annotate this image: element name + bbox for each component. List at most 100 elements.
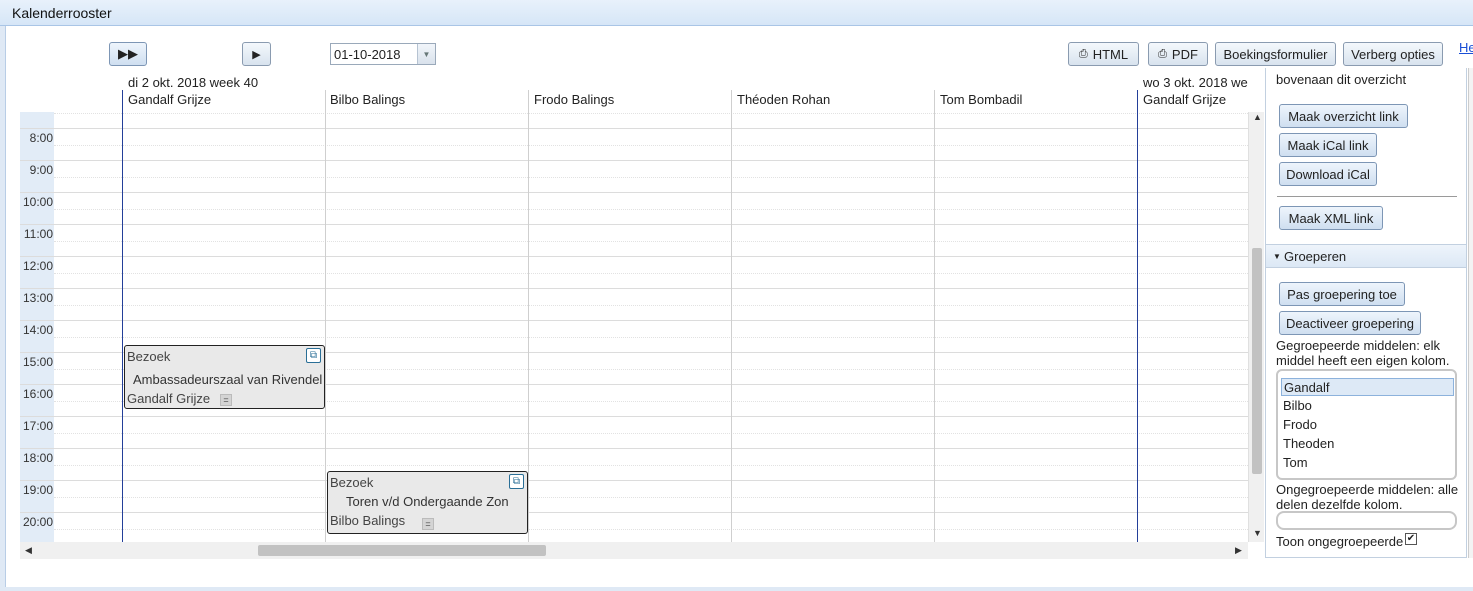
- hour-row: 17:00: [20, 416, 1248, 448]
- calendar-grid[interactable]: 8:00 9:00 10:00 11:00 12:00 13:00 14:00 …: [20, 112, 1248, 542]
- show-ungrouped-label: Toon ongegroepeerde: [1276, 534, 1404, 549]
- column-separator: [325, 90, 326, 542]
- column-header: Gandalf Grijze: [1143, 92, 1227, 107]
- pdf-label: PDF: [1171, 46, 1198, 62]
- scroll-down-icon[interactable]: ▼: [1253, 528, 1262, 538]
- column-header: Théoden Rohan: [737, 92, 831, 107]
- event-title: Bezoek: [330, 475, 374, 490]
- vertical-scrollbar[interactable]: ▲ ▼: [1248, 112, 1264, 542]
- chevron-down-icon[interactable]: ▼: [417, 44, 435, 64]
- hour-row: 19:00: [20, 480, 1248, 512]
- date-input[interactable]: 01-10-2018 ▼: [330, 43, 436, 65]
- day-separator: [1137, 90, 1138, 542]
- horizontal-scrollbar[interactable]: ◀ ▶: [20, 542, 1248, 559]
- column-separator: [934, 90, 935, 542]
- hour-row: 10:00: [20, 192, 1248, 224]
- list-item[interactable]: Tom: [1281, 454, 1454, 472]
- pdf-export-button[interactable]: ⎙ PDF: [1148, 42, 1208, 66]
- list-item[interactable]: Frodo: [1281, 416, 1454, 434]
- event-resource: Bilbo Balings: [330, 513, 406, 528]
- html-label: HTML: [1092, 46, 1129, 62]
- grouping-header-label: Groeperen: [1284, 249, 1347, 264]
- time-label: 14:00: [22, 323, 53, 337]
- window-title: Kalenderrooster: [12, 5, 112, 21]
- hour-row: 11:00: [20, 224, 1248, 256]
- hour-row: 18:00: [20, 448, 1248, 480]
- caret-down-icon: ▼: [1273, 252, 1281, 261]
- ungrouped-resources-list[interactable]: [1276, 511, 1457, 530]
- apply-grouping-button[interactable]: Pas groepering toe: [1279, 282, 1405, 306]
- scroll-up-icon[interactable]: ▲: [1253, 112, 1262, 122]
- next-button[interactable]: ▶: [242, 42, 271, 66]
- event-title: Bezoek: [127, 349, 171, 364]
- title-bar: Kalenderrooster: [0, 0, 1473, 26]
- left-border: [0, 26, 6, 591]
- open-external-icon[interactable]: ⧉: [509, 474, 524, 489]
- time-label: 16:00: [22, 387, 53, 401]
- time-label: 10:00: [22, 195, 53, 209]
- list-item[interactable]: Gandalf: [1281, 378, 1454, 396]
- deactivate-grouping-button[interactable]: Deactiveer groepering: [1279, 311, 1421, 335]
- time-label: 9:00: [29, 163, 53, 177]
- day-header: di 2 okt. 2018 week 40: [128, 75, 259, 90]
- column-separator: [528, 90, 529, 542]
- date-value: 01-10-2018: [334, 47, 401, 62]
- scroll-left-icon[interactable]: ◀: [25, 545, 32, 556]
- html-export-button[interactable]: ⎙ HTML: [1068, 42, 1139, 66]
- time-label: 17:00: [22, 419, 53, 433]
- divider: [1277, 196, 1457, 197]
- list-item[interactable]: Bilbo: [1281, 397, 1454, 415]
- show-ungrouped-checkbox[interactable]: ✔: [1405, 533, 1417, 545]
- time-label: 15:00: [22, 355, 53, 369]
- hour-row: [20, 112, 1248, 128]
- hour-row: 9:00: [20, 160, 1248, 192]
- panel-scrollbar[interactable]: [1468, 68, 1473, 558]
- download-ical-button[interactable]: Download iCal: [1279, 162, 1377, 186]
- column-header: Bilbo Balings: [330, 92, 406, 107]
- bottom-border: [0, 587, 1473, 591]
- equals-icon[interactable]: =: [220, 394, 232, 406]
- hide-options-button[interactable]: Verberg opties: [1343, 42, 1443, 66]
- time-label: 13:00: [22, 291, 53, 305]
- column-header: Frodo Balings: [534, 92, 615, 107]
- time-label: 20:00: [22, 515, 53, 529]
- scroll-thumb[interactable]: [258, 545, 546, 556]
- time-label: 19:00: [22, 483, 53, 497]
- day-header: wo 3 okt. 2018 we: [1143, 75, 1248, 90]
- hour-row: 8:00: [20, 128, 1248, 160]
- scroll-right-icon[interactable]: ▶: [1235, 545, 1242, 556]
- event-location: Toren v/d Ondergaande Zon: [346, 494, 509, 509]
- time-label: 18:00: [22, 451, 53, 465]
- time-label: 11:00: [23, 227, 53, 241]
- time-label: 12:00: [22, 259, 53, 273]
- event-resource: Gandalf Grijze: [127, 391, 211, 406]
- event-location: Ambassadeurszaal van Rivendel: [133, 372, 323, 387]
- printer-icon: ⎙: [1158, 47, 1167, 60]
- grouped-description: Gegroepeerde middelen: elk middel heeft …: [1276, 338, 1450, 368]
- scroll-thumb[interactable]: [1252, 248, 1262, 474]
- column-separator: [731, 90, 732, 542]
- grouping-section-header[interactable]: ▼ Groeperen: [1266, 244, 1466, 268]
- fast-forward-button[interactable]: ▶▶: [109, 42, 147, 66]
- hour-row: 12:00: [20, 256, 1248, 288]
- calendar-event[interactable]: Bezoek ⧉ Ambassadeurszaal van Rivendel G…: [124, 345, 325, 409]
- booking-form-button[interactable]: Boekingsformulier: [1215, 42, 1336, 66]
- column-header: Tom Bombadil: [940, 92, 1023, 107]
- grouped-resources-list[interactable]: Gandalf Bilbo Frodo Theoden Tom: [1276, 369, 1457, 480]
- ungrouped-description: Ongegroepeerde middelen: alle delen deze…: [1276, 482, 1459, 512]
- options-top-text: bovenaan dit overzicht: [1276, 72, 1407, 87]
- make-xml-link-button[interactable]: Maak XML link: [1279, 206, 1383, 230]
- time-label: 8:00: [29, 131, 53, 145]
- day-separator: [122, 90, 123, 542]
- calendar-event[interactable]: Bezoek ⧉ Toren v/d Ondergaande Zon Bilbo…: [327, 471, 528, 534]
- hour-row: 20:00: [20, 512, 1248, 542]
- make-overview-link-button[interactable]: Maak overzicht link: [1279, 104, 1408, 128]
- open-external-icon[interactable]: ⧉: [306, 348, 321, 363]
- equals-icon[interactable]: =: [422, 518, 434, 530]
- printer-icon: ⎙: [1078, 47, 1088, 60]
- list-item[interactable]: Theoden: [1281, 435, 1454, 453]
- make-ical-link-button[interactable]: Maak iCal link: [1279, 133, 1377, 157]
- column-header: Gandalf Grijze: [128, 92, 212, 107]
- help-link[interactable]: He: [1459, 40, 1473, 55]
- hour-row: 13:00: [20, 288, 1248, 320]
